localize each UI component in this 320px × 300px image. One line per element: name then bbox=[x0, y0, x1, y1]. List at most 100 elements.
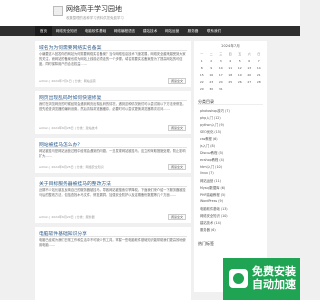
calendar-weekday: 五 bbox=[238, 52, 242, 56]
post-excerpt: 我们在浏览网页的时候经常会遇到网页出现乱码的情况，遇到这种情况我们可以尝试用以下… bbox=[39, 102, 186, 111]
site-header: 网络高手学习园地 收集整理的各种学习资料供您免费学习 bbox=[0, 0, 300, 26]
nav-item-server[interactable]: 服务器 bbox=[183, 26, 203, 36]
calendar-weekday: 四 bbox=[228, 52, 232, 56]
main-nav: 首页 网络安全知识 电脑软件基础 网络编程语言 建站技术 网站运营 服务器 联系… bbox=[0, 26, 300, 36]
category-link[interactable]: 电脑软件基础 (13) bbox=[200, 206, 228, 211]
read-more-button[interactable]: 阅读全文 bbox=[168, 125, 186, 131]
post-divider bbox=[39, 99, 187, 101]
post-excerpt: 网站被挂马是网站运营过程中经常会遇到的问题，一旦发现网站被挂马，应立即采取措施处… bbox=[39, 149, 186, 158]
nav-item-site-building[interactable]: 建站技术 bbox=[139, 26, 161, 36]
category-link[interactable]: 网络安全知识 (10) bbox=[200, 213, 228, 218]
tags-heading: 热门标签 bbox=[198, 241, 214, 246]
calendar-weekday: 二 bbox=[209, 52, 213, 56]
post-meta: admin | 2024年6月20日 | 分类：服务器 bbox=[39, 215, 95, 219]
calendar-weekday: 六 bbox=[247, 52, 251, 56]
calendar-title: 2024年7月 bbox=[221, 44, 240, 48]
install-banner-line2: 自动加速 bbox=[252, 278, 296, 291]
category-link[interactable]: Mysql数据库 (6) bbox=[200, 185, 225, 190]
calendar-day[interactable]: 15 bbox=[197, 73, 207, 77]
calendar-day[interactable]: 19 bbox=[235, 73, 245, 77]
calendar-widget: 2024年7月 一 二 三 四 五 六 日 1 2 3 4 5 6 7 8 9 … bbox=[194, 41, 267, 102]
post-card: 网站被挂马怎么办？ 网站被挂马是网站运营过程中经常会遇到的问题，一旦发现网站被挂… bbox=[35, 138, 191, 173]
post-excerpt: 小编要这么回答你的网站为何需要网络实名备案？当今网络信息技术飞速发展，网络安全越… bbox=[39, 52, 186, 66]
calendar-day[interactable]: 22 bbox=[197, 80, 207, 84]
post-divider bbox=[39, 185, 187, 187]
post-excerpt: 近期不少站长朋友反映自己的服务器被挂马，导致网站被搜索引擎降权。下面我们来介绍一… bbox=[39, 188, 186, 197]
category-link[interactable]: 网站运营 (11) bbox=[200, 178, 221, 183]
calendar-day[interactable]: 23 bbox=[207, 80, 217, 84]
calendar-day[interactable]: 17 bbox=[216, 73, 226, 77]
category-link[interactable]: Discuz教程 (5) bbox=[200, 150, 223, 155]
category-link[interactable]: php入门 (12) bbox=[200, 115, 221, 120]
nav-item-programming[interactable]: 网络编程语言 bbox=[110, 26, 139, 36]
nav-item-contact[interactable]: 联系我们 bbox=[203, 26, 225, 36]
calendar-day[interactable]: 20 bbox=[245, 73, 255, 77]
calendar-day[interactable]: 28 bbox=[254, 80, 264, 84]
calendar-day[interactable]: 25 bbox=[226, 80, 236, 84]
calendar-day[interactable]: 18 bbox=[226, 73, 236, 77]
calendar-day[interactable]: 29 bbox=[197, 87, 207, 91]
nav-item-operations[interactable]: 网站运营 bbox=[161, 26, 183, 36]
nav-item-security[interactable]: 网络安全知识 bbox=[52, 26, 81, 36]
read-more-button[interactable]: 阅读全文 bbox=[168, 164, 186, 170]
app-icon[interactable] bbox=[229, 269, 248, 288]
category-link[interactable]: css教程 (6) bbox=[200, 136, 218, 141]
calendar-day[interactable]: 14 bbox=[254, 66, 264, 70]
calendar-day[interactable]: 11 bbox=[226, 66, 236, 70]
calendar-day[interactable]: 6 bbox=[245, 59, 255, 63]
install-banner-line1: 免费安装 bbox=[252, 265, 296, 278]
calendar-weekday: 一 bbox=[200, 52, 204, 56]
calendar-day[interactable]: 12 bbox=[235, 66, 245, 70]
category-link[interactable]: 建站技术 (14) bbox=[200, 220, 221, 225]
category-link[interactable]: js入门 (8) bbox=[200, 143, 215, 148]
site-subtitle: 收集整理的各种学习资料供您免费学习 bbox=[66, 16, 124, 20]
category-link[interactable]: photoshop技巧 (7) bbox=[200, 108, 230, 113]
calendar-day[interactable]: 3 bbox=[216, 59, 226, 63]
calendar-day[interactable]: 27 bbox=[245, 80, 255, 84]
post-card: 关于目标服务器被挂马的整改方法 近期不少站长朋友反映自己的服务器被挂马，导致网站… bbox=[35, 177, 191, 223]
calendar-day[interactable]: 4 bbox=[226, 59, 236, 63]
post-card: 网页出现乱码时如何快速修复 我们在浏览网页的时候经常会遇到网页出现乱码的情况，遇… bbox=[35, 91, 191, 134]
category-link[interactable]: SEO优化 (15) bbox=[200, 129, 221, 134]
nav-item-software[interactable]: 电脑软件基础 bbox=[81, 26, 110, 36]
calendar-day[interactable]: 13 bbox=[245, 66, 255, 70]
categories-divider bbox=[198, 104, 263, 105]
post-divider bbox=[39, 146, 187, 148]
category-link[interactable]: WordPress (9) bbox=[200, 199, 223, 203]
post-card: 电脑软件基础知识分享 电脑已经成为我们日常工作和生活中不可缺少的工具，掌握一些电… bbox=[35, 227, 191, 300]
post-meta: admin | 2024年7月1日 | 分类：网站运营 bbox=[39, 79, 96, 83]
calendar-day[interactable]: 1 bbox=[197, 59, 207, 63]
calendar-day[interactable]: 31 bbox=[216, 87, 226, 91]
calendar-day[interactable]: 21 bbox=[254, 73, 264, 77]
category-link[interactable]: ecshop教程 (4) bbox=[200, 157, 224, 162]
calendar-day[interactable]: 26 bbox=[235, 80, 245, 84]
calendar-day[interactable]: 8 bbox=[197, 66, 207, 70]
read-more-button[interactable]: 阅读全文 bbox=[168, 78, 186, 84]
post-divider bbox=[39, 49, 187, 51]
nav-item-home[interactable]: 首页 bbox=[35, 26, 52, 36]
calendar-day[interactable]: 10 bbox=[216, 66, 226, 70]
post-divider bbox=[39, 235, 187, 237]
calendar-day[interactable]: 5 bbox=[235, 59, 245, 63]
post-excerpt: 电脑已经成为我们日常工作和生活中不可缺少的工具，掌握一些电脑软件基础知识能帮助我… bbox=[39, 238, 186, 247]
post-card: 域名为为何需要网络实名备案 小编要这么回答你的网站为何需要网络实名备案？当今网络… bbox=[35, 41, 191, 87]
category-link[interactable]: python入门 (9) bbox=[200, 122, 224, 127]
category-link[interactable]: html入门 (10) bbox=[200, 164, 222, 169]
category-link[interactable]: PHP高级教程 (5) bbox=[200, 192, 225, 197]
calendar-day[interactable]: 2 bbox=[207, 59, 217, 63]
site-logo-icon[interactable] bbox=[53, 6, 63, 16]
calendar-day[interactable]: 16 bbox=[207, 73, 217, 77]
read-more-button[interactable]: 阅读全文 bbox=[168, 214, 186, 220]
site-title[interactable]: 网络高手学习园地 bbox=[66, 4, 122, 14]
post-meta: admin | 2024年6月28日 | 分类：建站技术 bbox=[39, 126, 98, 130]
calendar-day[interactable]: 30 bbox=[207, 87, 217, 91]
calendar-day[interactable]: 9 bbox=[207, 66, 217, 70]
category-link[interactable]: linux (7) bbox=[200, 171, 214, 175]
category-link[interactable]: 服务器 (6) bbox=[200, 227, 216, 232]
calendar-weekday: 日 bbox=[257, 52, 261, 56]
install-banner-text[interactable]: 免费安装 自动加速 bbox=[252, 265, 296, 291]
calendar-weekday: 三 bbox=[219, 52, 223, 56]
calendar-day[interactable]: 24 bbox=[216, 80, 226, 84]
post-meta: admin | 2024年6月25日 | 分类：网络安全知识 bbox=[39, 165, 104, 169]
calendar-day[interactable]: 7 bbox=[254, 59, 264, 63]
